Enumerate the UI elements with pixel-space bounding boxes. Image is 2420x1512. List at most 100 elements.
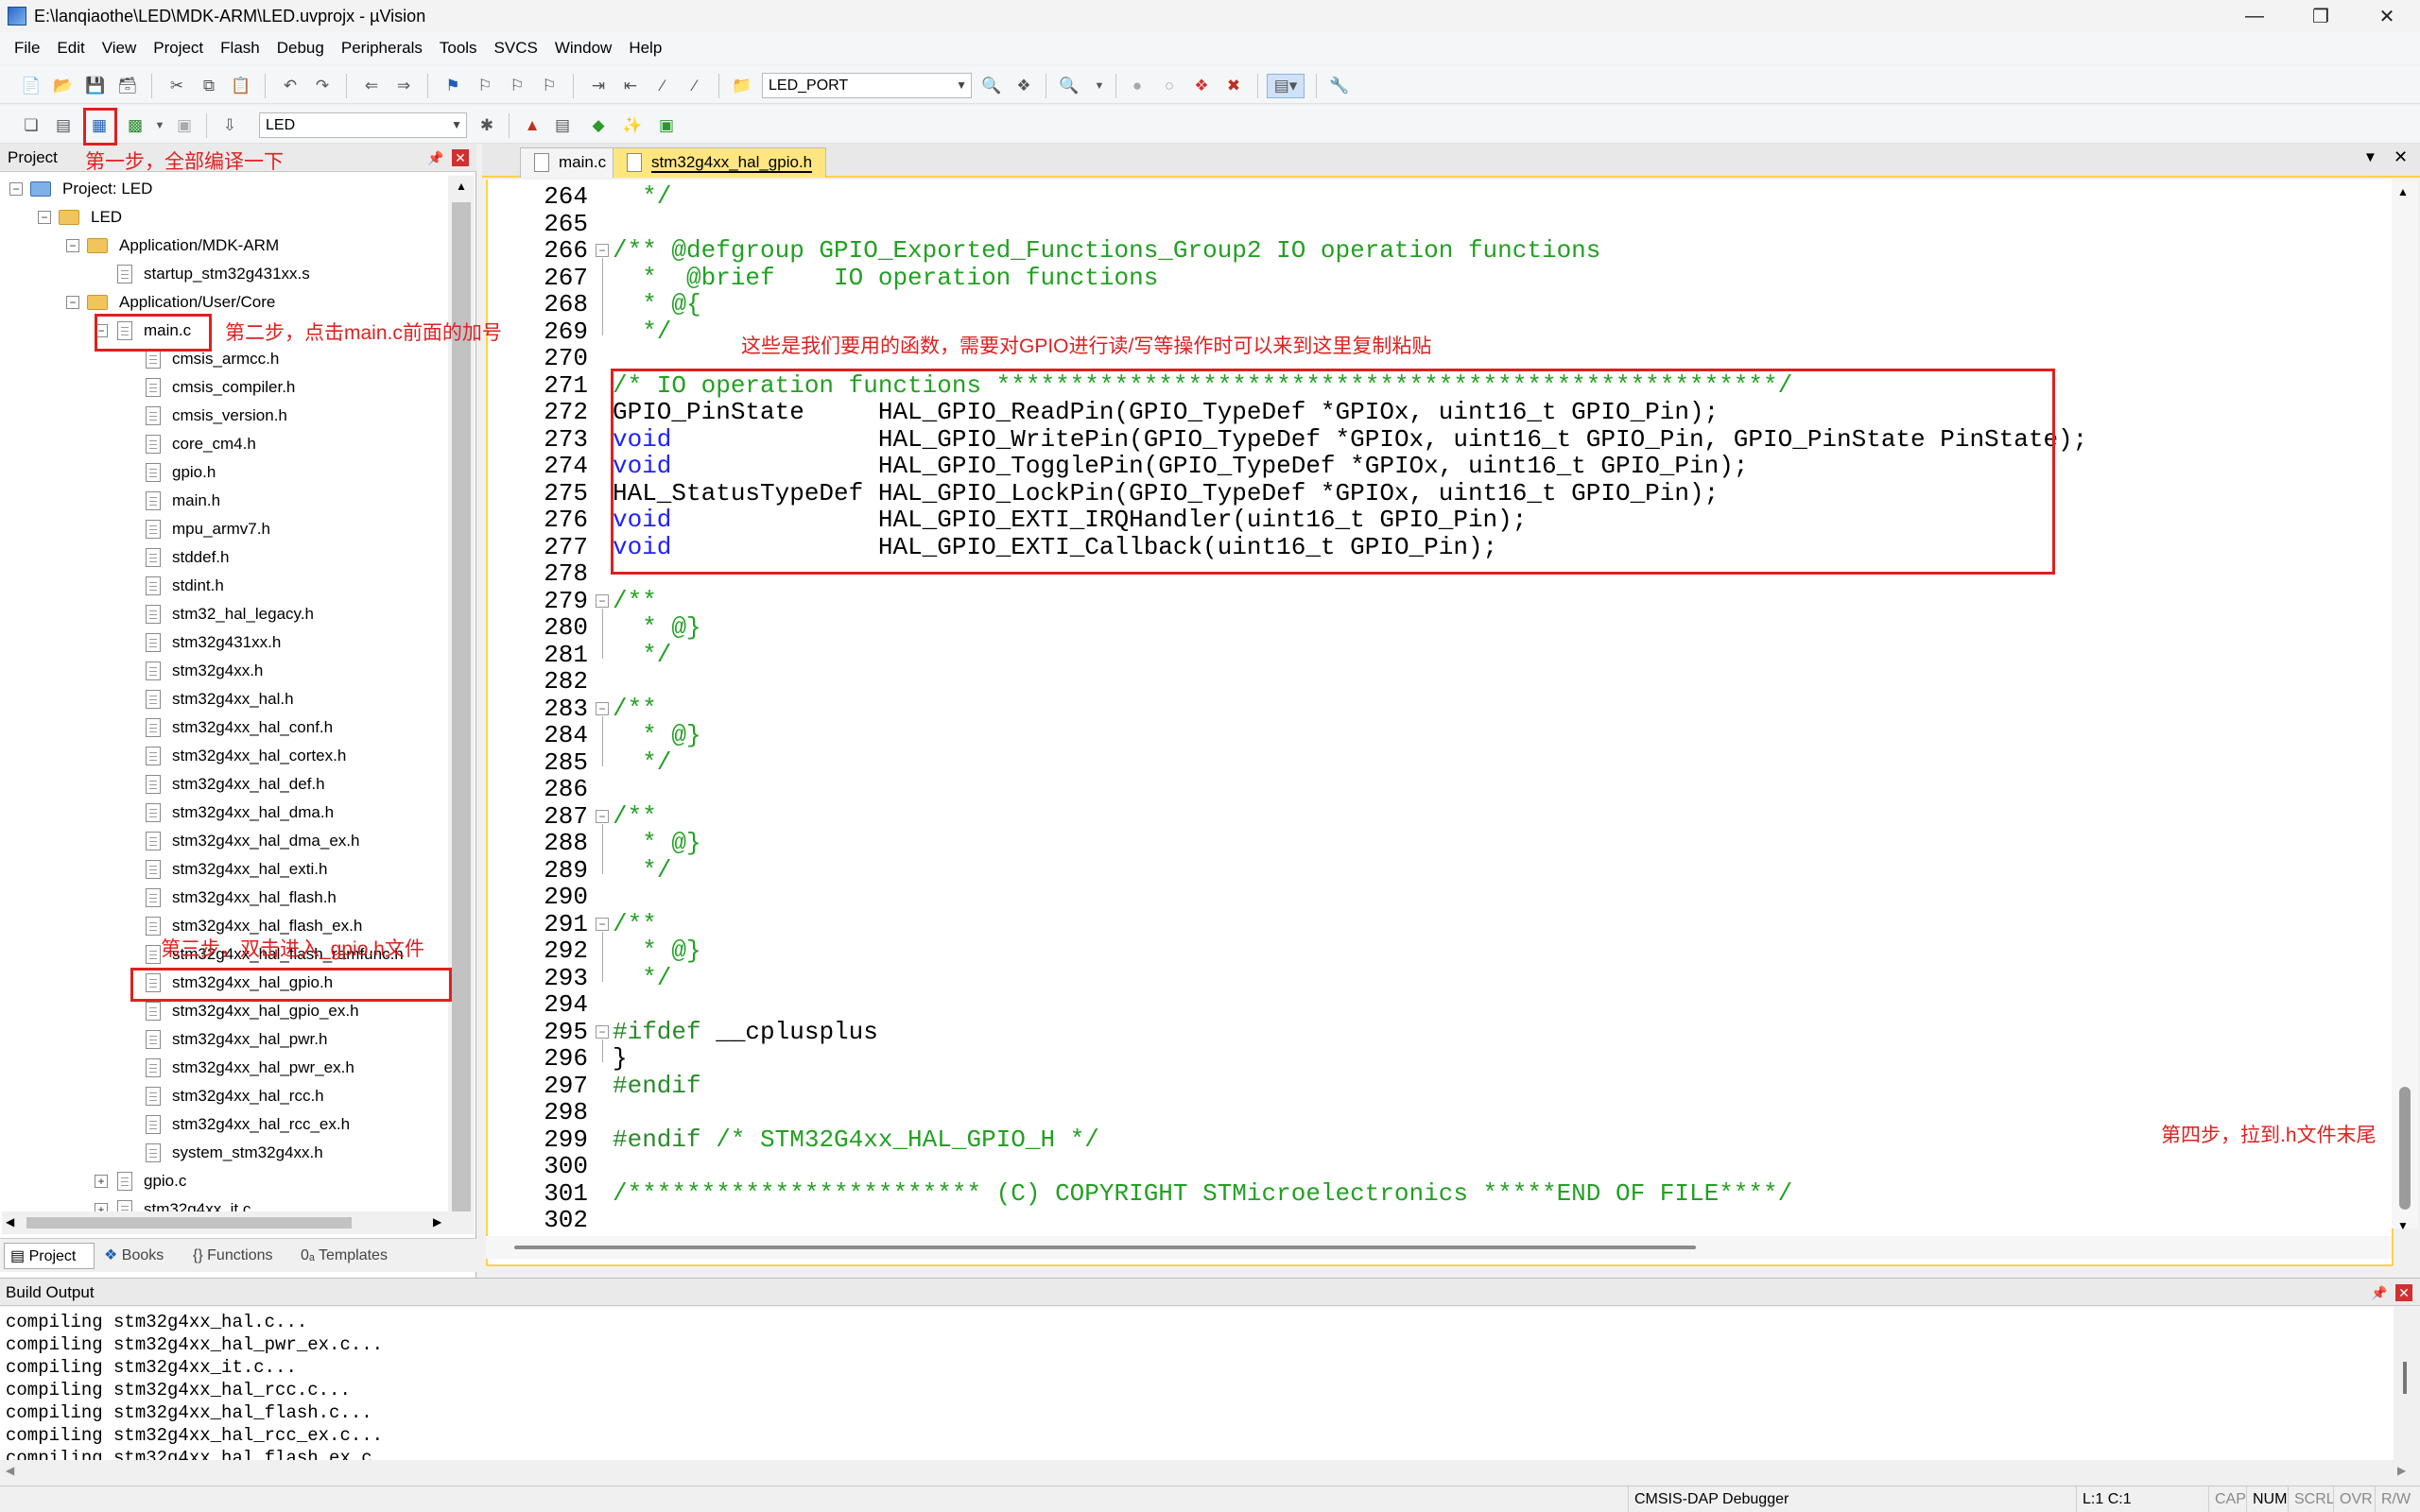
- scroll-thumb[interactable]: [452, 202, 471, 1223]
- file-header[interactable]: stm32g4xx_hal_dma_ex.h: [144, 828, 359, 854]
- batch-build-icon[interactable]: ▩: [123, 113, 147, 138]
- window-layout-icon[interactable]: ▤▾: [1267, 74, 1305, 98]
- nav-back-icon[interactable]: ⇐: [359, 74, 384, 98]
- file-header[interactable]: stm32g4xx_hal_conf.h: [144, 714, 333, 741]
- download-icon[interactable]: ⇩: [217, 113, 242, 138]
- file-header[interactable]: system_stm32g4xx.h: [144, 1140, 323, 1166]
- fold-toggle[interactable]: −: [596, 244, 609, 257]
- file-header[interactable]: main.h: [144, 488, 220, 514]
- file-header[interactable]: stm32g431xx.h: [144, 629, 281, 656]
- prev-bookmark-icon[interactable]: ⚐: [473, 74, 497, 98]
- tab-list-icon[interactable]: ▼: [2363, 149, 2377, 165]
- save-all-icon[interactable]: 🗃: [115, 74, 140, 98]
- file-header[interactable]: stdint.h: [144, 573, 224, 599]
- save-icon[interactable]: 💾: [83, 74, 108, 98]
- tab-project[interactable]: ▤ Project: [4, 1243, 95, 1269]
- tab-stm32g4xx-hal-gpio-h[interactable]: stm32g4xx_hal_gpio.h: [613, 147, 827, 178]
- scroll-up-icon[interactable]: ▲: [2397, 185, 2409, 198]
- scroll-right-icon[interactable]: ▶: [2397, 1464, 2406, 1477]
- incremental-find-icon[interactable]: ❖: [1011, 74, 1036, 98]
- editor-hscrollbar[interactable]: [486, 1236, 2392, 1259]
- fold-toggle[interactable]: −: [596, 593, 609, 608]
- menu-flash[interactable]: Flash: [212, 32, 268, 64]
- new-file-icon[interactable]: 📄: [19, 74, 43, 98]
- fold-toggle[interactable]: −: [596, 917, 609, 931]
- fold-toggle[interactable]: −: [596, 1024, 609, 1039]
- file-header[interactable]: gpio.h: [144, 459, 216, 486]
- paste-icon[interactable]: 📋: [229, 74, 253, 98]
- file-header[interactable]: mpu_armv7.h: [144, 516, 270, 542]
- file-header[interactable]: stm32g4xx_hal_rcc_ex.h: [144, 1111, 350, 1138]
- collapse-toggle[interactable]: −: [66, 296, 79, 309]
- scroll-left-icon[interactable]: ◀: [6, 1215, 14, 1228]
- target-led[interactable]: LED: [59, 204, 122, 231]
- target-options-icon[interactable]: ✱: [475, 113, 499, 138]
- project-root[interactable]: Project: LED: [30, 176, 152, 202]
- stop-build-icon[interactable]: ▣: [172, 113, 197, 138]
- file-header[interactable]: stm32g4xx_hal_def.h: [144, 771, 325, 798]
- clear-bookmarks-icon[interactable]: ⚐: [537, 74, 562, 98]
- file-header[interactable]: stm32g4xx_hal.h: [144, 686, 294, 713]
- uncomment-icon[interactable]: ⁄: [683, 74, 707, 98]
- nav-forward-icon[interactable]: ⇒: [391, 74, 416, 98]
- file-header[interactable]: cmsis_compiler.h: [144, 374, 295, 401]
- select-packs-icon[interactable]: ▤: [550, 113, 575, 138]
- hscroll-thumb[interactable]: [26, 1217, 352, 1228]
- hscroll-thumb[interactable]: [514, 1246, 1696, 1249]
- scroll-right-icon[interactable]: ▶: [433, 1215, 441, 1228]
- copy-icon[interactable]: ⧉: [197, 74, 221, 98]
- build-icon[interactable]: ▤: [51, 113, 76, 138]
- run-time-env-icon[interactable]: ✨: [620, 113, 645, 138]
- chevron-down-icon[interactable]: ▼: [956, 74, 967, 97]
- tab-books[interactable]: ❖ Books: [98, 1243, 183, 1269]
- close-panel-icon[interactable]: ✕: [2395, 1284, 2412, 1301]
- file-header[interactable]: core_cm4.h: [144, 431, 256, 457]
- close-tab-icon[interactable]: ✕: [2394, 147, 2408, 167]
- pin-icon[interactable]: 📌: [427, 149, 444, 166]
- file-header[interactable]: stm32g4xx_hal_pwr.h: [144, 1026, 327, 1053]
- build-vscrollbar[interactable]: [2394, 1307, 2420, 1460]
- file-header[interactable]: stm32g4xx_hal_dma.h: [144, 799, 334, 826]
- pack-installer-icon[interactable]: ◆: [586, 113, 611, 138]
- scroll-down-icon[interactable]: ▼: [2397, 1219, 2409, 1232]
- batch-dropdown-icon[interactable]: ▼: [147, 113, 172, 138]
- file-header[interactable]: stm32g4xx_hal_gpio_ex.h: [144, 998, 359, 1024]
- open-file-icon[interactable]: 📂: [51, 74, 76, 98]
- restore-button[interactable]: ❐: [2288, 0, 2354, 32]
- fold-toggle[interactable]: −: [596, 701, 609, 715]
- undo-icon[interactable]: ↶: [278, 74, 302, 98]
- collapse-toggle[interactable]: −: [9, 182, 23, 196]
- translate-icon[interactable]: ❏: [19, 113, 43, 138]
- unindent-icon[interactable]: ⇤: [618, 74, 643, 98]
- bookmark-icon[interactable]: ⚑: [441, 74, 465, 98]
- file-header[interactable]: stm32g4xx_hal_rcc.h: [144, 1083, 324, 1109]
- redo-icon[interactable]: ↷: [310, 74, 335, 98]
- configure-icon[interactable]: 🔧: [1327, 74, 1352, 98]
- close-button[interactable]: ✕: [2354, 0, 2420, 32]
- file-header[interactable]: stm32_hal_legacy.h: [144, 601, 314, 627]
- scroll-thumb[interactable]: [2403, 1362, 2407, 1394]
- debug-session-icon[interactable]: 🔍: [1057, 74, 1081, 98]
- breakpoint-icon[interactable]: ●: [1125, 74, 1150, 98]
- find-in-files-icon[interactable]: 📁: [730, 74, 754, 98]
- menu-svcs[interactable]: SVCS: [486, 32, 546, 64]
- scroll-thumb[interactable]: [2399, 1087, 2411, 1210]
- manage-env-icon[interactable]: ▣: [654, 113, 679, 138]
- disable-all-breakpoints-icon[interactable]: ❖: [1189, 74, 1214, 98]
- group-user-core[interactable]: Application/User/Core: [87, 289, 275, 316]
- menu-file[interactable]: File: [6, 32, 48, 64]
- pin-icon[interactable]: 📌: [2371, 1284, 2388, 1301]
- tab-main-c[interactable]: main.c: [520, 147, 621, 178]
- tab-templates[interactable]: 0ₐ Templates: [295, 1243, 408, 1269]
- target-combo[interactable]: LED ▼: [259, 112, 467, 138]
- menu-peripherals[interactable]: Peripherals: [333, 32, 431, 64]
- close-panel-icon[interactable]: ✕: [452, 149, 469, 166]
- next-bookmark-icon[interactable]: ⚐: [505, 74, 529, 98]
- collapse-toggle[interactable]: −: [66, 239, 79, 252]
- debug-dropdown-icon[interactable]: ▼: [1087, 74, 1112, 98]
- file-source[interactable]: gpio.c: [115, 1168, 186, 1194]
- menu-help[interactable]: Help: [620, 32, 670, 64]
- file-header[interactable]: stm32g4xx_hal_flash.h: [144, 885, 337, 911]
- find-icon[interactable]: 🔍: [979, 74, 1004, 98]
- kill-breakpoints-icon[interactable]: ✖: [1221, 74, 1246, 98]
